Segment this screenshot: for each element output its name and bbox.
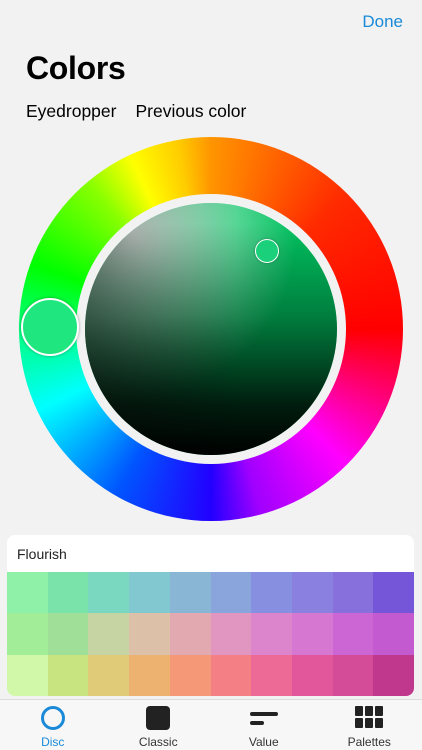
palettes-grid-icon (355, 706, 384, 728)
color-swatch[interactable] (291, 654, 333, 696)
color-swatch[interactable] (47, 654, 89, 696)
quick-actions: Eyedropper Previous color (26, 101, 246, 122)
color-selector-knob[interactable] (255, 239, 279, 263)
color-swatch[interactable] (47, 572, 89, 614)
saturation-brightness-disc[interactable] (85, 203, 337, 455)
color-swatch[interactable] (210, 654, 252, 696)
color-swatch[interactable] (47, 613, 89, 655)
swatch-grid (7, 572, 414, 696)
tab-classic[interactable]: Classic (106, 700, 212, 750)
color-swatch[interactable] (169, 613, 211, 655)
color-swatch[interactable] (88, 613, 130, 655)
color-swatch[interactable] (251, 572, 292, 614)
tab-palettes[interactable]: Palettes (317, 700, 422, 750)
palette-card: Flourish (7, 535, 414, 696)
color-swatch[interactable] (169, 572, 211, 614)
color-swatch[interactable] (373, 654, 414, 696)
tab-classic-label: Classic (138, 735, 178, 749)
color-swatch[interactable] (129, 613, 170, 655)
color-swatch[interactable] (7, 654, 48, 696)
color-swatch[interactable] (7, 613, 48, 655)
hue-selector-knob[interactable] (21, 298, 79, 356)
color-wheel (19, 137, 403, 521)
color-swatch[interactable] (251, 654, 292, 696)
palette-name[interactable]: Flourish (17, 546, 67, 562)
done-button[interactable]: Done (362, 12, 403, 32)
page-title: Colors (26, 50, 126, 86)
color-swatch[interactable] (7, 572, 48, 614)
color-swatch[interactable] (210, 572, 252, 614)
color-swatch[interactable] (373, 572, 414, 614)
color-swatch[interactable] (332, 654, 374, 696)
classic-square-icon (146, 706, 171, 730)
color-swatch[interactable] (332, 613, 374, 655)
color-swatch[interactable] (210, 613, 252, 655)
tab-disc[interactable]: Disc (0, 700, 106, 750)
color-swatch[interactable] (129, 654, 170, 696)
tab-value-label: Value (248, 735, 279, 749)
tab-bar: Disc Classic Value Palettes (0, 699, 422, 750)
color-swatch[interactable] (129, 572, 170, 614)
tab-value[interactable]: Value (211, 700, 317, 750)
color-swatch[interactable] (291, 613, 333, 655)
previous-color-button[interactable]: Previous color (135, 101, 246, 122)
color-swatch[interactable] (88, 572, 130, 614)
value-bars-icon (249, 706, 278, 730)
color-swatch[interactable] (88, 654, 130, 696)
color-swatch[interactable] (373, 613, 414, 655)
tab-disc-label: Disc (41, 735, 65, 749)
color-swatch[interactable] (169, 654, 211, 696)
color-swatch[interactable] (332, 572, 374, 614)
eyedropper-button[interactable]: Eyedropper (26, 101, 116, 122)
tab-palettes-label: Palettes (347, 735, 391, 749)
color-swatch[interactable] (291, 572, 333, 614)
color-swatch[interactable] (251, 613, 292, 655)
disc-icon (40, 706, 65, 730)
